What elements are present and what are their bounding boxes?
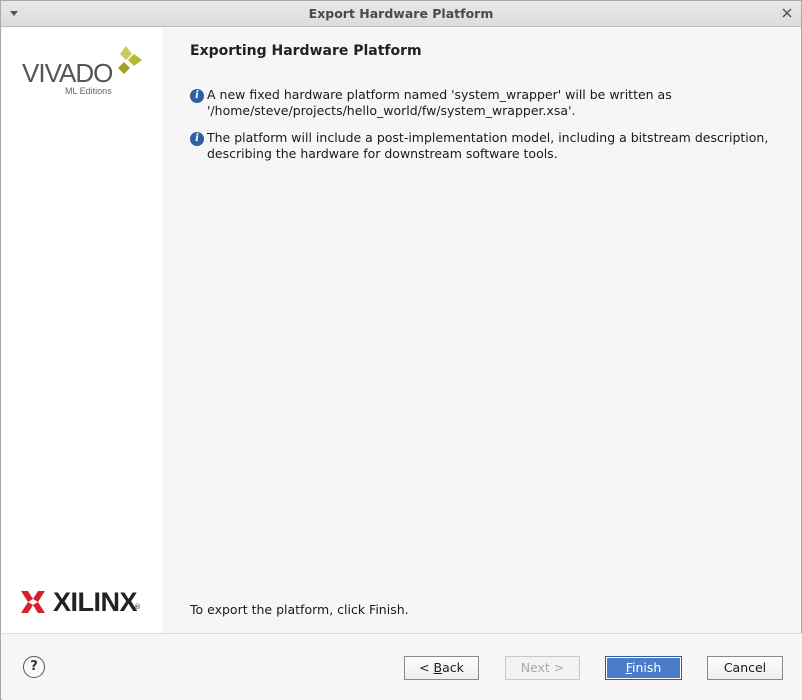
export-hardware-platform-dialog: Export Hardware Platform VIVADO ML Editi… [0,0,802,700]
help-button[interactable]: ? [23,656,45,678]
vivado-logo-word: VIVADO [22,58,113,88]
xilinx-logo: XILINX ® [21,586,146,618]
window-title: Export Hardware Platform [308,6,494,21]
next-button[interactable]: Next > [505,656,580,680]
title-bar[interactable]: Export Hardware Platform [1,1,801,27]
wizard-content: Exporting Hardware Platform i A new fixe… [162,28,801,633]
vivado-logo-subtitle: ML Editions [65,86,112,96]
xilinx-x-icon [21,591,45,613]
button-bar: ? < Back Next > Finish Cancel [2,633,802,700]
close-icon[interactable] [779,5,795,21]
xilinx-logo-word: XILINX [53,587,138,617]
finish-instruction: To export the platform, click Finish. [190,602,409,617]
cancel-button[interactable]: Cancel [707,656,783,680]
back-button-mnemonic: B [433,660,443,675]
vivado-logo: VIVADO ML Editions [22,46,147,98]
xilinx-registered-mark: ® [134,603,141,611]
info-icon: i [190,89,204,103]
back-button[interactable]: < Back [404,656,479,680]
info-icon: i [190,132,204,146]
finish-button[interactable]: Finish [605,656,682,680]
vivado-diamond-icon [118,46,142,74]
info-message-text: A new fixed hardware platform named 'sys… [207,87,672,118]
wizard-sidebar: VIVADO ML Editions XILINX ® [2,28,162,633]
back-button-prefix: < [419,660,434,675]
info-message-text: The platform will include a post-impleme… [207,130,769,161]
back-button-rest: ack [442,660,464,675]
page-title: Exporting Hardware Platform [190,43,422,59]
finish-button-rest: inish [631,660,662,675]
